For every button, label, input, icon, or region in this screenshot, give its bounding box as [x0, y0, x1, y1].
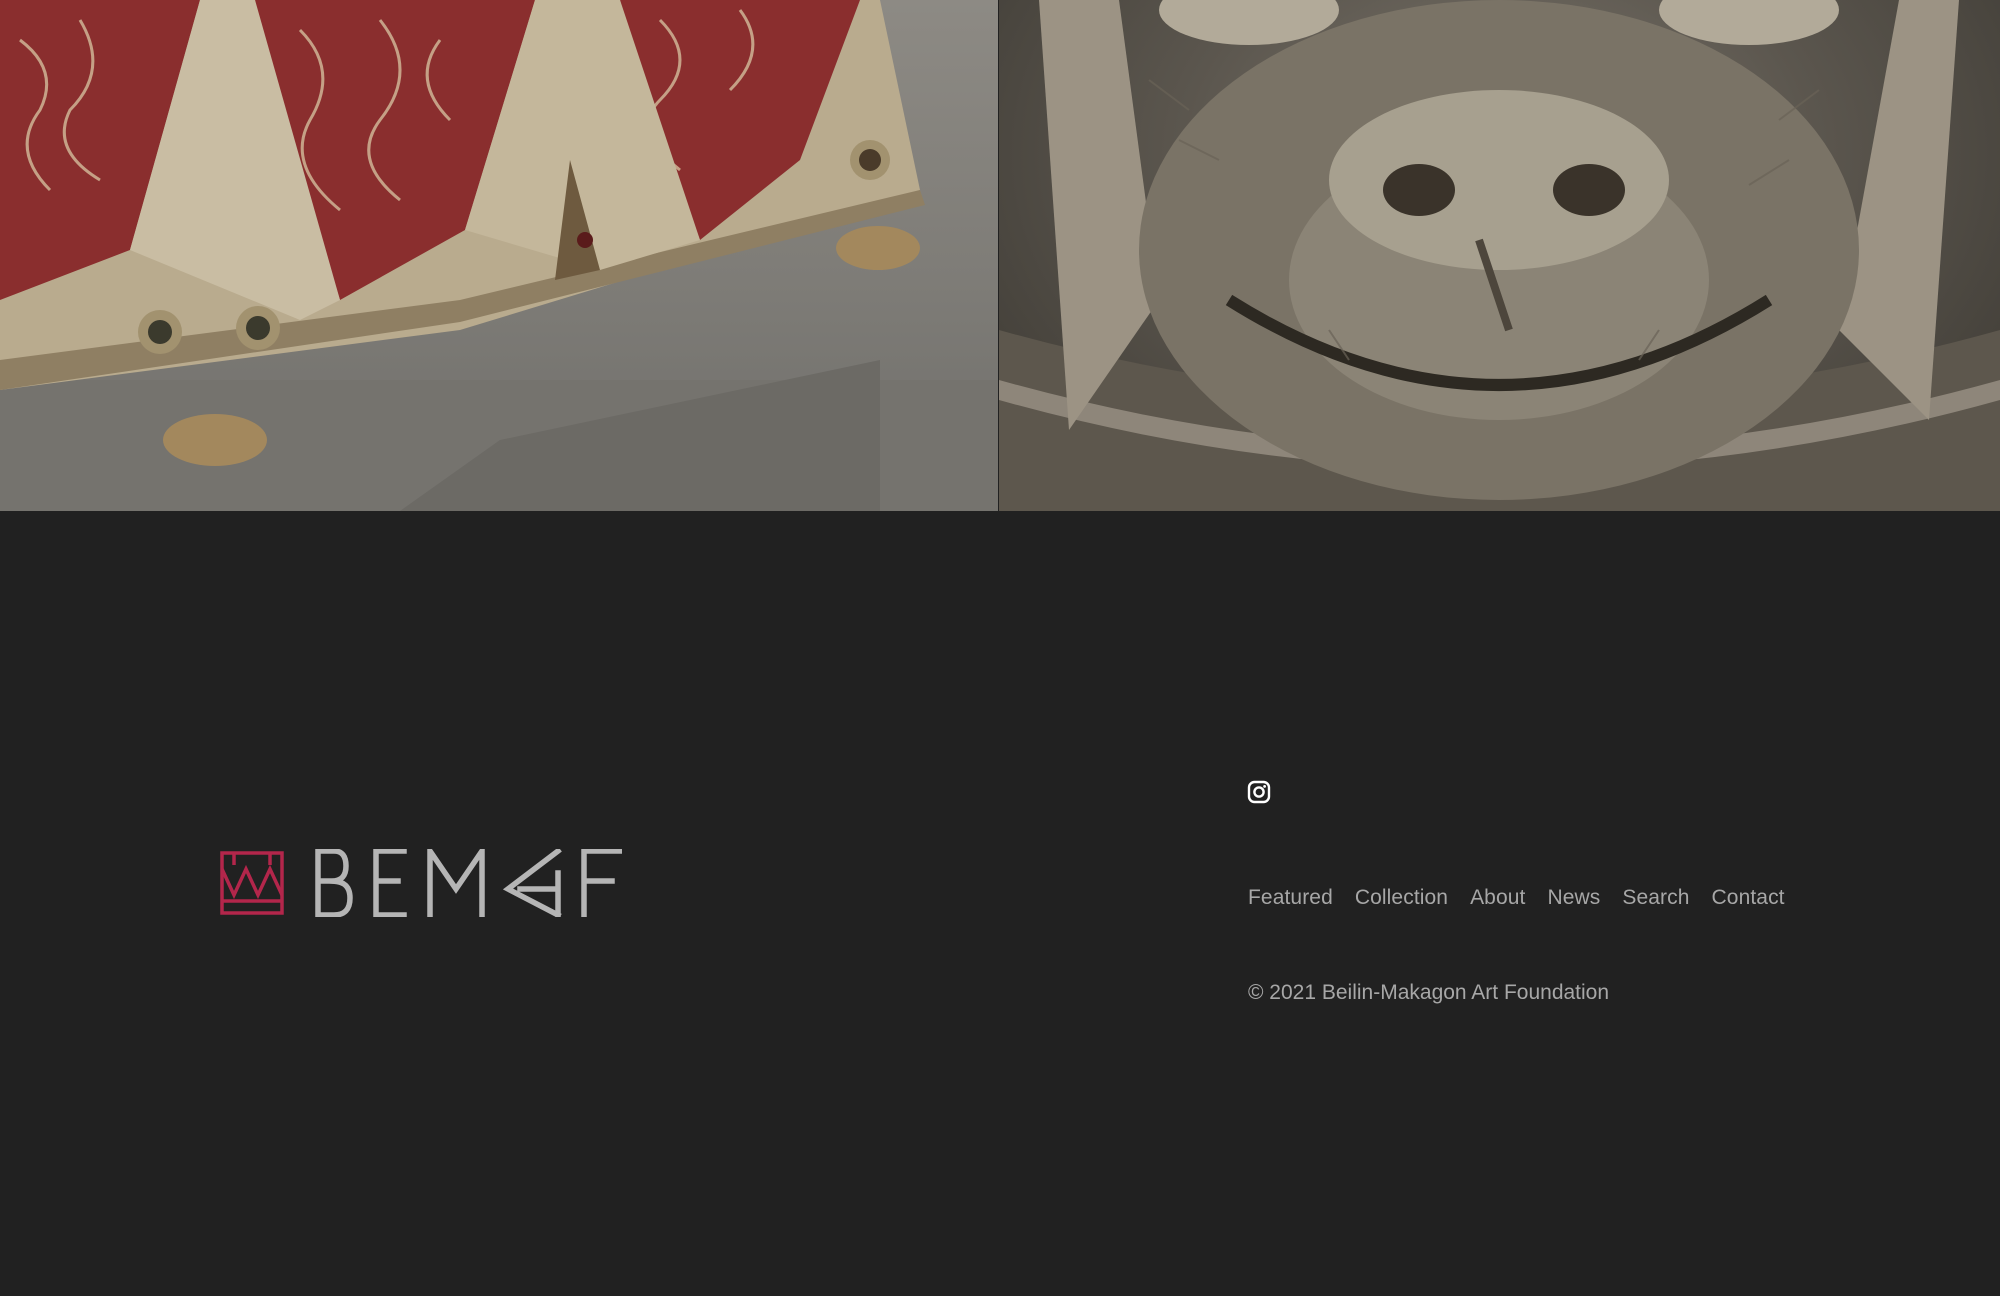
copyright-text: © 2021 Beilin-Makagon Art Foundation [1248, 981, 1610, 1004]
nav-link-featured[interactable]: Featured [1248, 886, 1333, 910]
bemaf-logo[interactable] [220, 842, 623, 919]
hero-image-strip [0, 0, 2000, 511]
logo-mark [220, 851, 284, 915]
dog-sculpture-image [999, 0, 2000, 511]
nav-link-news[interactable]: News [1547, 886, 1600, 910]
nav-link-contact[interactable]: Contact [1712, 886, 1785, 910]
nav-link-collection[interactable]: Collection [1355, 886, 1448, 910]
instagram-icon[interactable] [1247, 780, 1271, 804]
casket-image [0, 0, 998, 511]
nav-link-about[interactable]: About [1470, 886, 1525, 910]
logo-wordmark [315, 842, 623, 919]
footer-nav: Featured Collection About News Search Co… [1248, 886, 1785, 910]
page: Featured Collection About News Search Co… [0, 0, 2000, 1296]
nav-link-search[interactable]: Search [1622, 886, 1689, 910]
